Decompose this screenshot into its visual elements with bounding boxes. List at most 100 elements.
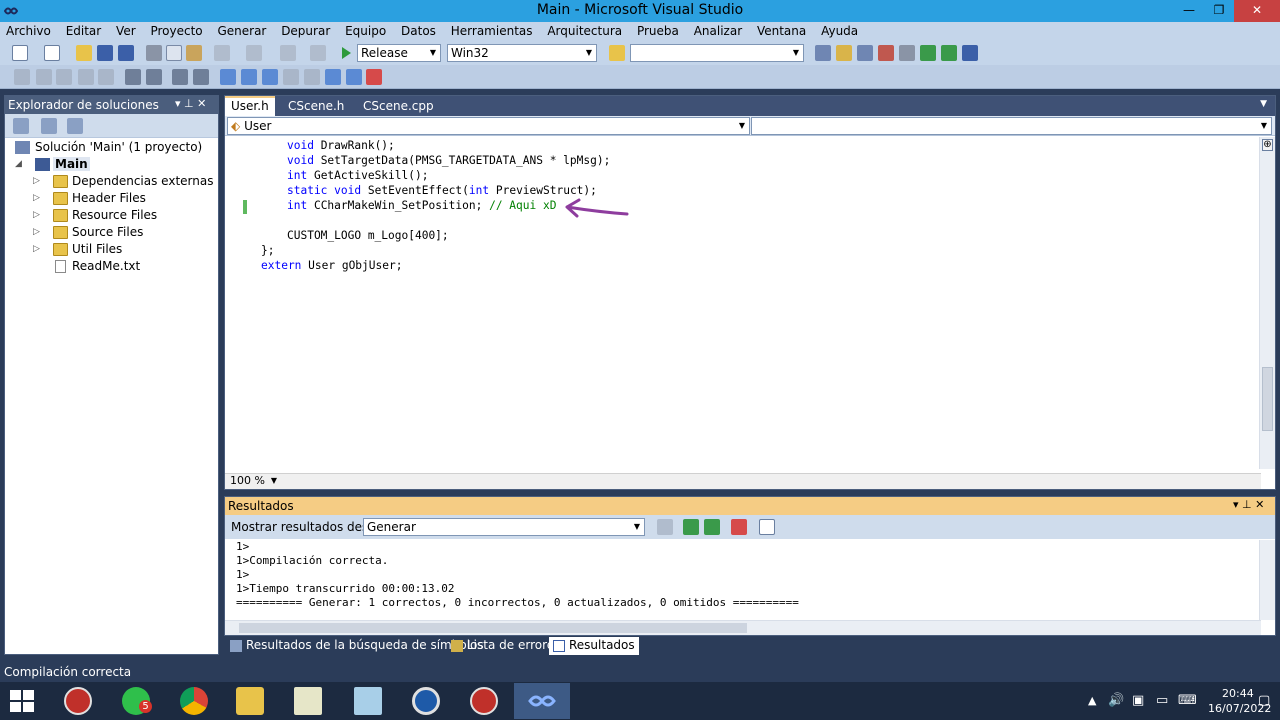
output-vertical-scrollbar[interactable] [1259,540,1275,620]
volume-icon[interactable]: 🔊 [1108,693,1124,708]
previous-message-icon[interactable] [683,519,699,535]
next-bookmark-doc-icon[interactable] [346,69,362,85]
scrollbar-thumb[interactable] [1262,367,1273,431]
expand-triangle-icon[interactable]: ▷ [33,176,40,186]
minimize-button[interactable]: — [1174,0,1204,22]
tab-output[interactable]: Resultados [549,637,639,655]
save-icon[interactable] [97,45,113,61]
configuration-select[interactable]: Release ▼ [357,44,441,62]
redo-icon[interactable] [246,45,262,61]
menu-equipo[interactable]: Equipo [339,22,391,38]
expand-triangle-icon[interactable]: ▷ [33,227,40,237]
vertical-scrollbar[interactable]: ⊕ [1259,137,1275,469]
command-window-icon[interactable] [962,45,978,61]
find-combo[interactable]: ▼ [630,44,804,62]
start-page-icon[interactable] [920,45,936,61]
windows-start-icon[interactable] [10,690,34,712]
taskbar-file-explorer[interactable] [222,683,278,719]
member-select[interactable]: ▼ [751,117,1272,135]
tab-error-list[interactable]: Lista de errores [447,637,564,655]
decrease-indent-icon[interactable] [125,69,141,85]
show-all-files-icon[interactable] [41,118,57,134]
restore-button[interactable]: ❐ [1204,0,1234,22]
expand-triangle-icon[interactable]: ▷ [33,193,40,203]
save-all-icon[interactable] [118,45,134,61]
clear-bookmarks-icon[interactable] [366,69,382,85]
cut-icon[interactable] [146,45,162,61]
paste-icon[interactable] [186,45,202,61]
new-project-icon[interactable] [12,45,28,61]
find-in-files-icon[interactable] [609,45,625,61]
menu-prueba[interactable]: Prueba [631,22,684,38]
scrollbar-thumb[interactable] [239,623,747,633]
quick-info-icon[interactable] [56,69,72,85]
output-text[interactable]: 1> 1>Compilación correcta. 1> 1>Tiempo t… [225,540,1261,620]
navigate-back-icon[interactable] [280,45,296,61]
menu-arquitectura[interactable]: Arquitectura [541,22,627,38]
notifications-icon[interactable]: ▢ [1258,693,1270,708]
open-folder-icon[interactable] [76,45,92,61]
parameter-info-icon[interactable] [36,69,52,85]
menu-ver[interactable]: Ver [110,22,141,38]
complete-word-icon[interactable] [78,69,94,85]
split-window-icon[interactable]: ⊕ [1262,139,1273,151]
zoom-select[interactable]: 100 % ▼ [227,474,281,489]
tools-icon[interactable] [899,45,915,61]
taskbar-whatsapp[interactable]: 5 [108,683,164,719]
word-wrap-icon[interactable] [759,519,775,535]
copy-icon[interactable] [166,45,182,61]
uncomment-icon[interactable] [193,69,209,85]
extension-icon[interactable] [941,45,957,61]
menu-ventana[interactable]: Ventana [751,22,811,38]
menu-editar[interactable]: Editar [60,22,107,38]
close-button[interactable]: ✕ [1234,0,1280,22]
clock-time[interactable]: 20:44 [1222,687,1254,700]
show-hidden-icons-icon[interactable]: ▲ [1088,694,1096,707]
properties-icon[interactable] [836,45,852,61]
menu-analizar[interactable]: Analizar [688,22,747,38]
next-message-icon[interactable] [704,519,720,535]
solution-explorer-icon[interactable] [815,45,831,61]
taskbar-app-7[interactable] [398,683,454,719]
taskbar-app-8[interactable] [456,683,512,719]
comment-icon[interactable] [172,69,188,85]
tab-list-dropdown-icon[interactable]: ▼ [1260,99,1267,109]
taskbar-app-5[interactable] [280,683,336,719]
start-debugging-icon[interactable] [338,45,354,61]
member-list-icon[interactable] [14,69,30,85]
tab-cscene-cpp[interactable]: CScene.cpp [357,96,440,116]
bookmark-icon[interactable] [220,69,236,85]
expand-triangle-icon[interactable]: ▷ [33,244,40,254]
undo-icon[interactable] [214,45,230,61]
tab-user-h[interactable]: User.h [225,96,275,116]
menu-proyecto[interactable]: Proyecto [144,22,207,38]
menu-archivo[interactable]: Archivo [0,22,56,38]
navigate-forward-icon[interactable] [310,45,326,61]
view-class-diagram-icon[interactable] [67,118,83,134]
panel-options-icon[interactable]: ▾ ⊥ ✕ [175,97,206,110]
menu-datos[interactable]: Datos [395,22,441,38]
toolbox-icon[interactable] [878,45,894,61]
increase-indent-icon[interactable] [146,69,162,85]
language-icon[interactable]: ⌨ [1178,693,1197,708]
object-browser-icon[interactable] [857,45,873,61]
previous-bookmark-icon[interactable] [241,69,257,85]
network-icon[interactable]: ▣ [1132,693,1144,708]
class-select[interactable]: ⬖ User ▼ [227,117,750,135]
battery-icon[interactable]: ▭ [1156,693,1168,708]
panel-options-icon[interactable]: ▾ ⊥ ✕ [1233,498,1264,511]
collapse-triangle-icon[interactable]: ◢ [15,159,22,169]
expand-triangle-icon[interactable]: ▷ [33,210,40,220]
menu-generar[interactable]: Generar [211,22,271,38]
output-source-select[interactable]: Generar ▼ [363,518,645,536]
previous-bookmark-folder-icon[interactable] [283,69,299,85]
platform-select[interactable]: Win32 ▼ [447,44,597,62]
next-bookmark-folder-icon[interactable] [304,69,320,85]
menu-ayuda[interactable]: Ayuda [815,22,863,38]
menu-herramientas[interactable]: Herramientas [445,22,538,38]
find-message-icon[interactable] [657,519,673,535]
properties-icon[interactable] [13,118,29,134]
taskbar-visual-studio[interactable] [514,683,570,719]
tab-cscene-h[interactable]: CScene.h [282,96,350,116]
clear-all-icon[interactable] [731,519,747,535]
